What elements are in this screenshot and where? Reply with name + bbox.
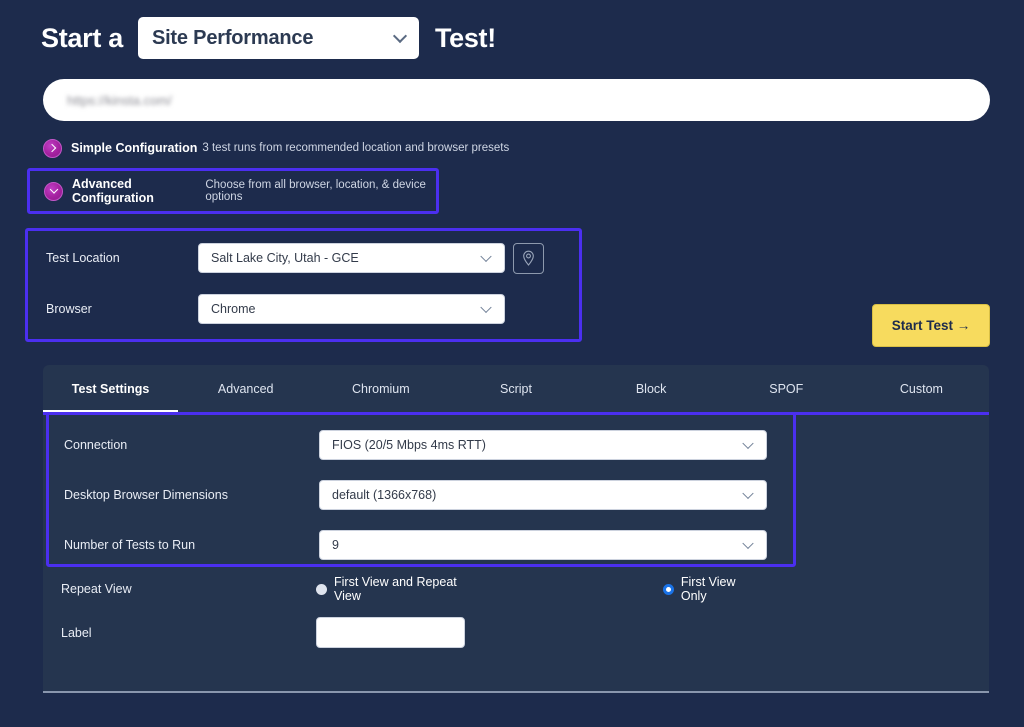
repeat-view-option-1-label: First View and Repeat View (334, 575, 481, 603)
simple-configuration-title: Simple Configuration (71, 141, 197, 155)
connection-select[interactable]: FIOS (20/5 Mbps 4ms RTT) (319, 430, 767, 460)
connection-row: Connection FIOS (20/5 Mbps 4ms RTT) (64, 429, 767, 460)
repeat-view-option-first-and-repeat[interactable]: First View and Repeat View (316, 575, 481, 603)
advanced-configuration-panel: Test Location Salt Lake City, Utah - GCE… (25, 228, 582, 342)
repeat-view-option-first-only[interactable]: First View Only (663, 575, 761, 603)
test-type-dropdown[interactable]: Site Performance (138, 17, 419, 59)
tab-advanced[interactable]: Advanced (178, 365, 313, 412)
test-location-row: Test Location Salt Lake City, Utah - GCE (28, 243, 579, 273)
tab-script[interactable]: Script (448, 365, 583, 412)
url-input[interactable]: https://kinsta.com/ (43, 79, 990, 121)
browser-row: Browser Chrome (28, 294, 579, 324)
panel-bottom-divider (43, 691, 989, 693)
chevron-down-icon (742, 437, 753, 448)
label-row: Label (61, 617, 465, 648)
connection-label: Connection (64, 438, 319, 452)
chevron-right-circle-icon (43, 139, 62, 158)
tab-spof[interactable]: SPOF (719, 365, 854, 412)
test-settings-highlight-box: Connection FIOS (20/5 Mbps 4ms RTT) Desk… (46, 412, 796, 567)
browser-label: Browser (28, 302, 198, 316)
browser-dimensions-value: default (1366x768) (332, 488, 436, 502)
test-location-value: Salt Lake City, Utah - GCE (211, 251, 359, 265)
advanced-configuration-title: Advanced Configuration (72, 177, 200, 205)
test-location-label: Test Location (28, 251, 198, 265)
advanced-configuration-subtitle: Choose from all browser, location, & dev… (205, 179, 436, 203)
tab-chromium[interactable]: Chromium (313, 365, 448, 412)
chevron-down-circle-icon (44, 182, 63, 201)
chevron-down-icon (742, 537, 753, 548)
start-test-button[interactable]: Start Test → (872, 304, 990, 347)
tab-custom[interactable]: Custom (854, 365, 989, 412)
browser-select[interactable]: Chrome (198, 294, 505, 324)
advanced-configuration-row[interactable]: Advanced Configuration Choose from all b… (27, 168, 439, 214)
browser-dimensions-select[interactable]: default (1366x768) (319, 480, 767, 510)
page-header: Start a Site Performance Test! (0, 0, 1024, 62)
number-of-tests-row: Number of Tests to Run 9 (64, 529, 767, 560)
map-pin-button[interactable] (513, 243, 544, 274)
repeat-view-row: Repeat View First View and Repeat View F… (61, 575, 761, 603)
map-pin-icon (521, 250, 536, 267)
number-of-tests-value: 9 (332, 538, 339, 552)
url-input-wrapper: https://kinsta.com/ (0, 62, 1024, 121)
browser-value: Chrome (211, 302, 255, 316)
browser-dimensions-row: Desktop Browser Dimensions default (1366… (64, 479, 767, 510)
radio-selected-icon (663, 584, 674, 595)
chevron-down-icon (480, 302, 491, 313)
tab-test-settings[interactable]: Test Settings (43, 365, 178, 412)
header-trailing-text: Test! (435, 23, 496, 54)
repeat-view-label: Repeat View (61, 582, 316, 596)
header-lead-text: Start a (41, 23, 123, 54)
url-input-value: https://kinsta.com/ (67, 93, 172, 108)
simple-configuration-row[interactable]: Simple Configuration 3 test runs from re… (43, 137, 1024, 159)
test-location-select[interactable]: Salt Lake City, Utah - GCE (198, 243, 505, 273)
simple-configuration-subtitle: 3 test runs from recommended location an… (202, 142, 509, 154)
tab-block[interactable]: Block (584, 365, 719, 412)
repeat-view-option-2-label: First View Only (681, 575, 761, 603)
radio-unselected-icon (316, 584, 327, 595)
label-input[interactable] (316, 617, 465, 648)
tab-bar: Test Settings Advanced Chromium Script B… (43, 365, 989, 413)
chevron-down-icon (480, 251, 491, 262)
browser-dimensions-label: Desktop Browser Dimensions (64, 488, 319, 502)
chevron-down-icon (742, 487, 753, 498)
connection-value: FIOS (20/5 Mbps 4ms RTT) (332, 438, 486, 452)
number-of-tests-select[interactable]: 9 (319, 530, 767, 560)
label-field-label: Label (61, 626, 316, 640)
chevron-down-icon (393, 29, 407, 43)
test-type-value: Site Performance (152, 27, 313, 50)
number-of-tests-label: Number of Tests to Run (64, 538, 319, 552)
